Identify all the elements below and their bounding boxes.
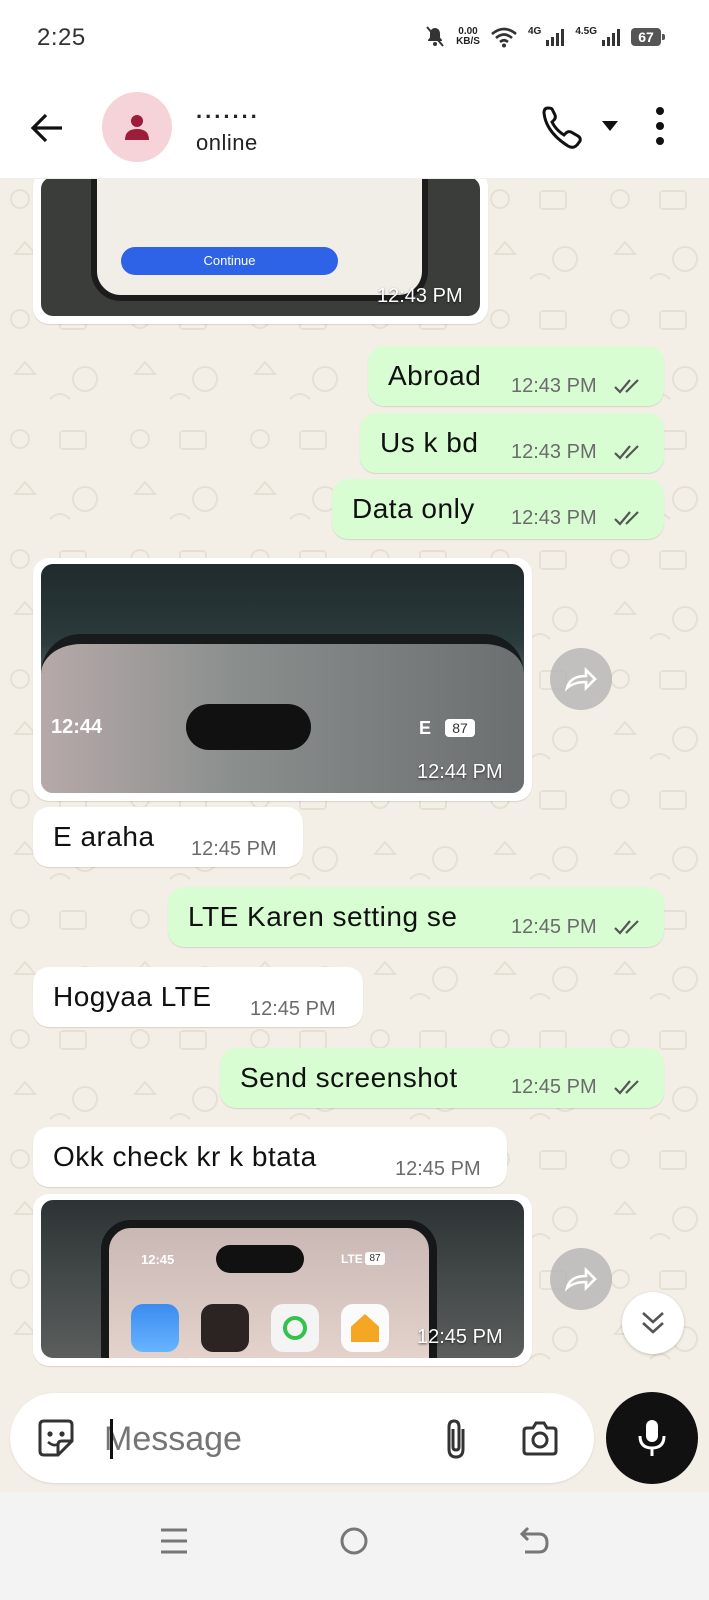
message-time: 12:45 PM — [417, 1326, 503, 1348]
back-arrow-icon[interactable] — [26, 106, 70, 150]
wifi-icon — [491, 27, 517, 48]
message-bubble-incoming[interactable]: Okk check kr k btata 12:45 PM — [33, 1127, 507, 1187]
message-bubble-outgoing[interactable]: Us k bd 12:43 PM — [360, 413, 664, 473]
double-check-read-icon — [614, 445, 639, 460]
double-check-read-icon — [614, 920, 639, 935]
message-text: Send screenshot — [240, 1062, 458, 1093]
message-time: 12:43 PM — [511, 441, 597, 463]
attachment-paperclip-icon[interactable] — [435, 1417, 479, 1461]
image-continue-button: Continue — [121, 247, 338, 275]
message-time: 12:43 PM — [511, 375, 597, 397]
image-stocks-app-icon — [201, 1304, 249, 1352]
image-home-app-icon — [341, 1304, 389, 1352]
signal-icon-1 — [546, 29, 565, 46]
message-bubble-outgoing[interactable]: Send screenshot 12:45 PM — [220, 1048, 664, 1108]
message-bubble-outgoing[interactable]: LTE Karen setting se 12:45 PM — [168, 887, 664, 947]
image-findmy-app-icon — [271, 1304, 319, 1352]
message-text: Abroad — [388, 360, 482, 391]
message-text: Data only — [352, 493, 475, 524]
forward-button[interactable] — [550, 1248, 612, 1310]
message-image-bubble[interactable]: Continue 12:43 PM — [33, 179, 488, 324]
network-type-1: 4G — [527, 25, 542, 37]
scroll-to-bottom-button[interactable] — [622, 1292, 684, 1354]
network-speed: 0.00 KB/S — [456, 26, 480, 47]
message-image-bubble[interactable]: 12:45 LTE 87 12:45 PM — [33, 1194, 532, 1366]
image-phone-clock: 12:44 — [51, 716, 103, 738]
message-text: Hogyaa LTE — [53, 981, 212, 1012]
message-text: Okk check kr k btata — [53, 1141, 317, 1172]
message-time: 12:45 PM — [191, 838, 277, 860]
image-phone-screen — [91, 179, 428, 301]
message-time: 12:45 PM — [250, 998, 336, 1020]
home-icon[interactable] — [329, 1516, 379, 1566]
message-bubble-incoming[interactable]: Hogyaa LTE 12:45 PM — [33, 967, 363, 1027]
signal-icon-2 — [602, 29, 620, 46]
message-composer — [10, 1393, 594, 1483]
more-options-icon[interactable] — [652, 104, 668, 148]
text-cursor — [110, 1419, 113, 1459]
microphone-icon — [638, 1420, 666, 1456]
contact-status: online — [196, 130, 258, 155]
status-time: 2:25 — [37, 24, 86, 51]
image-dynamic-island — [216, 1245, 304, 1273]
network-type-2: 4.5G — [575, 25, 597, 37]
double-check-read-icon — [614, 379, 639, 394]
image-phone-clock: 12:45 — [141, 1252, 175, 1267]
contact-avatar[interactable] — [102, 92, 172, 162]
image-battery-label: 87 — [365, 1252, 385, 1265]
voice-message-button[interactable] — [606, 1392, 698, 1484]
image-battery-label: 87 — [445, 719, 475, 737]
double-check-read-icon — [614, 1080, 639, 1095]
forward-button[interactable] — [550, 648, 612, 710]
message-image[interactable]: 12:44 E 87 — [41, 564, 524, 793]
sticker-icon[interactable] — [34, 1417, 78, 1461]
message-text: Us k bd — [380, 427, 479, 458]
message-bubble-outgoing[interactable]: Data only 12:43 PM — [332, 479, 664, 539]
message-text: LTE Karen setting se — [188, 901, 458, 932]
contact-name[interactable]: ....... — [196, 100, 260, 122]
back-nav-icon[interactable] — [509, 1516, 559, 1566]
message-time: 12:44 PM — [417, 761, 503, 783]
camera-icon[interactable] — [518, 1417, 562, 1461]
chat-header: ....... online — [0, 78, 709, 179]
message-time: 12:45 PM — [511, 916, 597, 938]
message-time: 12:43 PM — [377, 285, 463, 307]
status-bar: 2:25 0.00 KB/S 4G 4.5G 67 — [0, 0, 709, 78]
image-weather-app-icon — [131, 1304, 179, 1352]
message-text: E araha — [53, 821, 155, 852]
chat-area[interactable]: Continue 12:43 PM Abroad 12:43 PM Us k b… — [0, 179, 709, 1389]
forward-arrow-icon — [564, 666, 597, 692]
image-network-label: LTE — [341, 1252, 363, 1266]
battery-icon: 67 — [631, 28, 665, 46]
double-chevron-down-icon — [642, 1312, 664, 1334]
image-network-label: E — [419, 718, 432, 738]
voice-call-icon[interactable] — [540, 102, 584, 152]
call-options-dropdown-icon[interactable] — [600, 118, 620, 134]
message-time: 12:43 PM — [511, 507, 597, 529]
message-bubble-outgoing[interactable]: Abroad 12:43 PM — [368, 346, 664, 406]
person-icon — [125, 115, 149, 140]
forward-arrow-icon — [564, 1266, 597, 1292]
recent-apps-icon[interactable] — [149, 1516, 199, 1566]
message-image-bubble[interactable]: 12:44 E 87 12:44 PM — [33, 558, 532, 801]
message-time: 12:45 PM — [511, 1076, 597, 1098]
image-dynamic-island — [186, 704, 311, 750]
message-bubble-incoming[interactable]: E araha 12:45 PM — [33, 807, 303, 867]
double-check-read-icon — [614, 511, 639, 526]
message-input[interactable] — [102, 1413, 406, 1465]
status-icons: 0.00 KB/S 4G 4.5G 67 — [424, 22, 665, 52]
system-navigation-bar — [0, 1492, 709, 1600]
mute-notifications-icon — [426, 26, 444, 47]
message-time: 12:45 PM — [395, 1158, 481, 1180]
